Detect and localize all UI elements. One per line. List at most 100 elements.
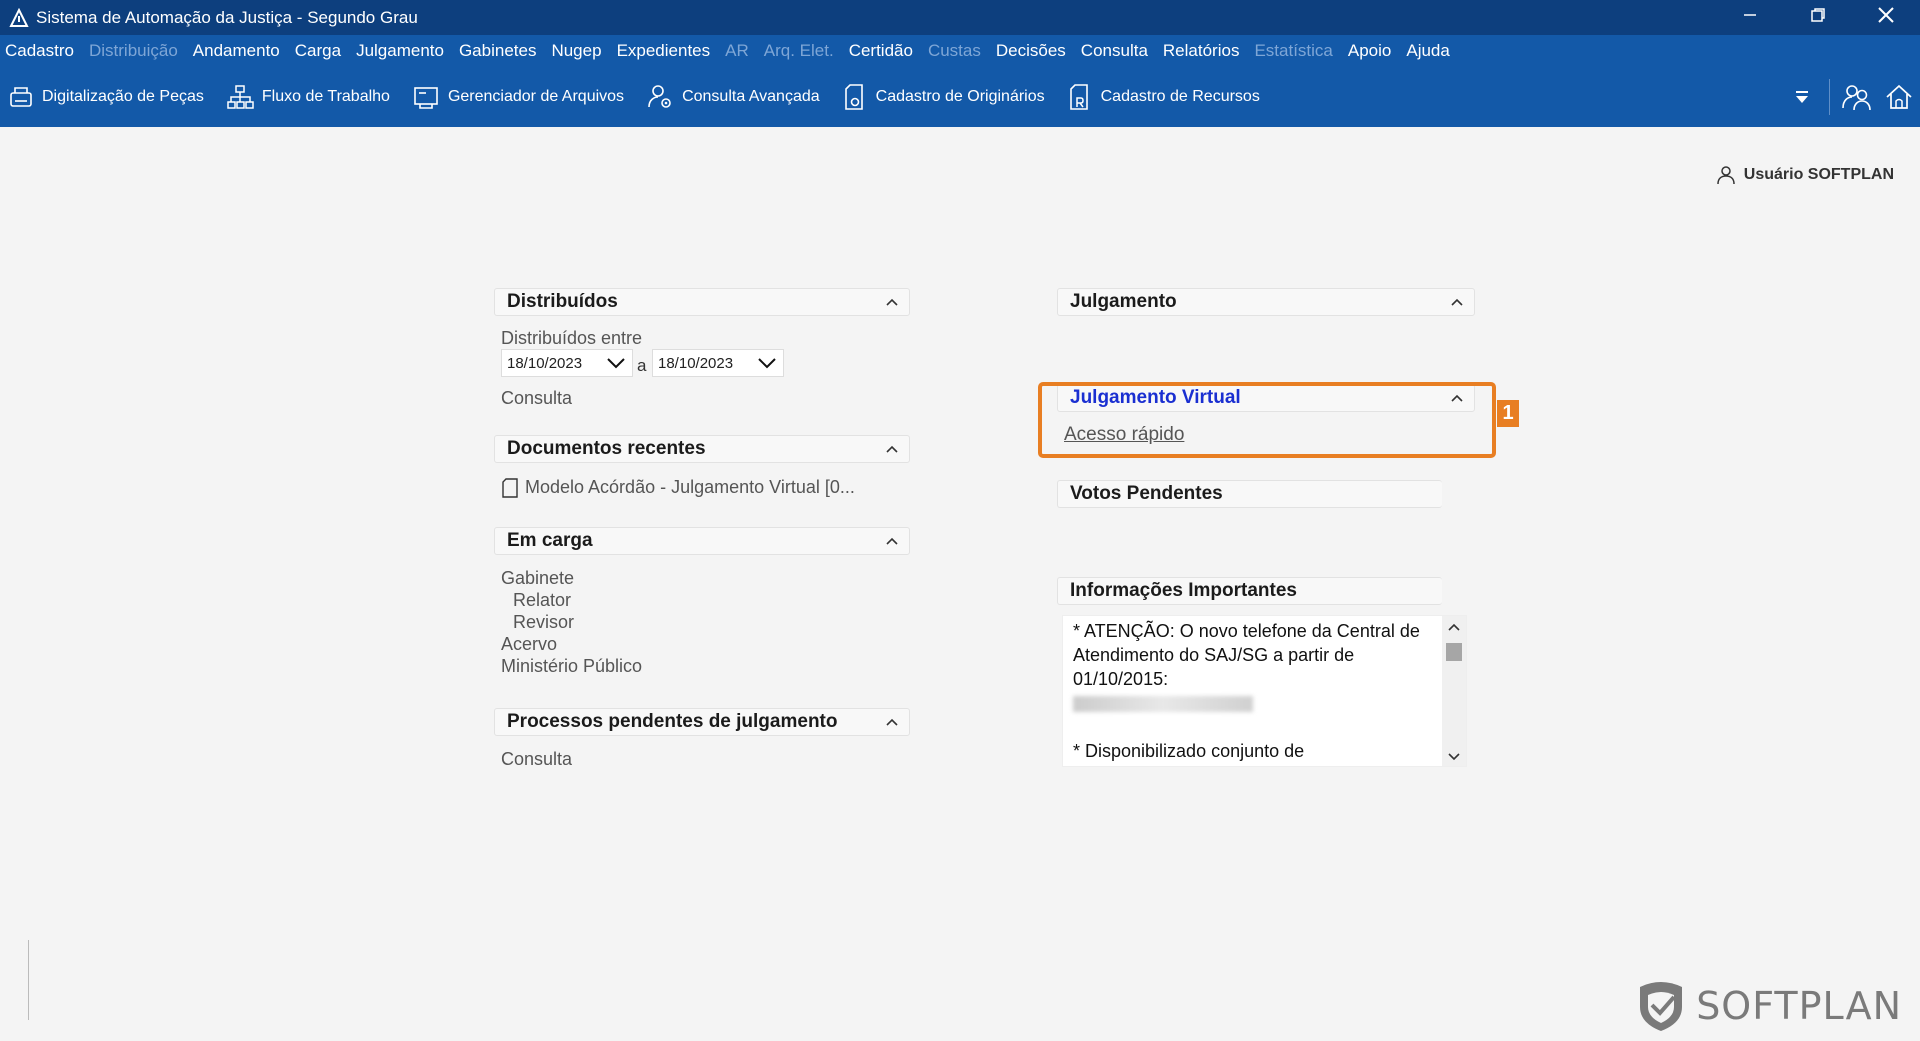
scanner-icon (10, 86, 32, 107)
toolbar-fluxo-button[interactable]: Fluxo de Trabalho (226, 84, 390, 110)
title-bar: Sistema de Automação da Justiça - Segund… (0, 0, 1920, 35)
scroll-thumb[interactable] (1446, 643, 1462, 661)
scroll-down-icon[interactable] (1448, 752, 1460, 762)
chevron-up-icon[interactable] (883, 532, 901, 550)
menu-carga[interactable]: Carga (295, 41, 341, 61)
menu-andamento[interactable]: Andamento (193, 41, 280, 61)
redacted-phone (1073, 691, 1433, 715)
chevron-up-icon[interactable] (883, 440, 901, 458)
em-carga-relator[interactable]: Relator (513, 590, 571, 611)
panel-title: Informações Importantes (1070, 580, 1297, 601)
window-title: Sistema de Automação da Justiça - Segund… (36, 7, 418, 27)
info-line-2: * Disponibilizado conjunto de (1073, 741, 1305, 761)
menu-custas: Custas (927, 40, 981, 60)
menu-julgamento[interactable]: Julgamento (356, 41, 444, 61)
menu-apoio[interactable]: Apoio (1348, 41, 1391, 61)
toolbar-label: Digitalização de Peças (42, 87, 204, 105)
chevron-up-icon[interactable] (883, 713, 901, 731)
divider (28, 940, 29, 1020)
toolbar-gerenciador-button[interactable]: Gerenciador de Arquivos (412, 84, 624, 110)
panel-title: Em carga (507, 530, 593, 551)
em-carga-gabinete[interactable]: Gabinete (501, 568, 574, 589)
panel-distribuidos-header[interactable]: Distribuídos (494, 288, 910, 316)
advanced-search-icon (648, 84, 671, 108)
document-r-icon (1069, 83, 1088, 110)
minimize-icon[interactable] (1716, 0, 1784, 30)
panel-informacoes-header[interactable]: Informações Importantes (1057, 577, 1442, 605)
menu-estatistica: Estatística (1254, 40, 1333, 60)
document-icon (502, 477, 518, 498)
panel-title: Documentos recentes (507, 438, 706, 459)
app-logo-icon (8, 7, 30, 29)
menu-cadastro[interactable]: Cadastro (5, 41, 74, 61)
date-from-value: 18/10/2023 (507, 354, 583, 372)
menu-relatorios[interactable]: Relatórios (1163, 41, 1240, 61)
annotation-badge: 1 (1497, 400, 1519, 427)
panel-pendentes-header[interactable]: Processos pendentes de julgamento (494, 708, 910, 736)
menu-gabinetes[interactable]: Gabinetes (459, 41, 537, 61)
close-icon[interactable] (1852, 0, 1920, 30)
date-separator: a (637, 356, 647, 375)
menu-consulta[interactable]: Consulta (1081, 41, 1148, 61)
menu-ajuda[interactable]: Ajuda (1406, 41, 1449, 61)
panel-title: Distribuídos (507, 291, 618, 312)
date-to-value: 18/10/2023 (658, 354, 734, 372)
recent-document-item[interactable]: Modelo Acórdão - Julgamento Virtual [0..… (501, 477, 855, 498)
panel-julgamento-header[interactable]: Julgamento (1057, 288, 1475, 316)
pendentes-consulta-link[interactable]: Consulta (501, 749, 572, 770)
em-carga-acervo[interactable]: Acervo (501, 634, 557, 655)
softplan-logo: SOFTPLAN (1634, 979, 1902, 1033)
toolbar-label: Gerenciador de Arquivos (447, 87, 625, 105)
annotation-highlight-box (1038, 382, 1496, 458)
file-manager-icon (414, 86, 438, 109)
panel-votos-pendentes-header[interactable]: Votos Pendentes (1057, 480, 1442, 508)
workflow-icon (227, 84, 254, 109)
info-scrollbar[interactable] (1442, 616, 1466, 766)
informacoes-textbox[interactable]: * ATENÇÃO: O novo telefone da Central de… (1062, 615, 1467, 767)
panel-title: Processos pendentes de julgamento (507, 711, 838, 732)
distribuidos-consulta-link[interactable]: Consulta (501, 388, 572, 409)
toolbar-right (1781, 66, 1920, 127)
recent-document-label: Modelo Acórdão - Julgamento Virtual [0..… (525, 477, 855, 497)
panel-documentos-header[interactable]: Documentos recentes (494, 435, 910, 463)
menu-bar: Cadastro Distribuição Andamento Carga Ju… (0, 35, 1920, 66)
menu-arq-elet: Arq. Elet. (763, 40, 834, 60)
user-icon (1717, 166, 1735, 185)
home-icon[interactable] (1878, 77, 1920, 117)
toolbar-recursos-button[interactable]: Cadastro de Recursos (1067, 83, 1260, 111)
toolbar: Digitalização de Peças Fluxo de Trabalho… (0, 66, 1920, 127)
softplan-logo-text: SOFTPLAN (1696, 984, 1902, 1028)
info-line-1: * ATENÇÃO: O novo telefone da Central de… (1073, 621, 1420, 689)
menu-certidao[interactable]: Certidão (849, 41, 913, 61)
chevron-up-icon[interactable] (1448, 293, 1466, 311)
restore-icon[interactable] (1784, 0, 1852, 30)
em-carga-revisor[interactable]: Revisor (513, 612, 574, 633)
toolbar-consulta-avancada-button[interactable]: Consulta Avançada (646, 83, 820, 111)
chevron-down-icon (607, 358, 625, 369)
toolbar-label: Cadastro de Originários (875, 87, 1045, 105)
menu-nugep[interactable]: Nugep (551, 41, 601, 61)
chevron-up-icon[interactable] (883, 293, 901, 311)
scroll-up-icon[interactable] (1448, 622, 1460, 632)
date-from-select[interactable]: 18/10/2023 (501, 349, 633, 377)
panel-title: Julgamento (1070, 291, 1177, 312)
em-carga-ministerio-publico[interactable]: Ministério Público (501, 656, 642, 677)
date-to-select[interactable]: 18/10/2023 (652, 349, 784, 377)
panel-em-carga-header[interactable]: Em carga (494, 527, 910, 555)
toolbar-originarios-button[interactable]: Cadastro de Originários (842, 83, 1045, 111)
panel-title: Votos Pendentes (1070, 483, 1223, 504)
dropdown-arrow-icon[interactable] (1781, 77, 1823, 117)
menu-decisoes[interactable]: Decisões (996, 41, 1066, 61)
toolbar-label: Consulta Avançada (682, 87, 820, 105)
menu-ar: AR (725, 40, 749, 60)
users-icon[interactable] (1836, 77, 1878, 117)
toolbar-digitalizacao-button[interactable]: Digitalização de Peças (8, 84, 204, 110)
user-indicator[interactable]: Usuário SOFTPLAN (1716, 165, 1894, 185)
menu-expedientes[interactable]: Expedientes (617, 41, 711, 61)
toolbar-label: Cadastro de Recursos (1100, 87, 1260, 105)
menu-distribuicao: Distribuição (88, 40, 178, 60)
chevron-down-icon (758, 358, 776, 369)
user-name: Usuário SOFTPLAN (1743, 166, 1894, 183)
toolbar-label: Fluxo de Trabalho (261, 87, 390, 105)
distribuidos-range-label: Distribuídos entre (501, 328, 643, 348)
